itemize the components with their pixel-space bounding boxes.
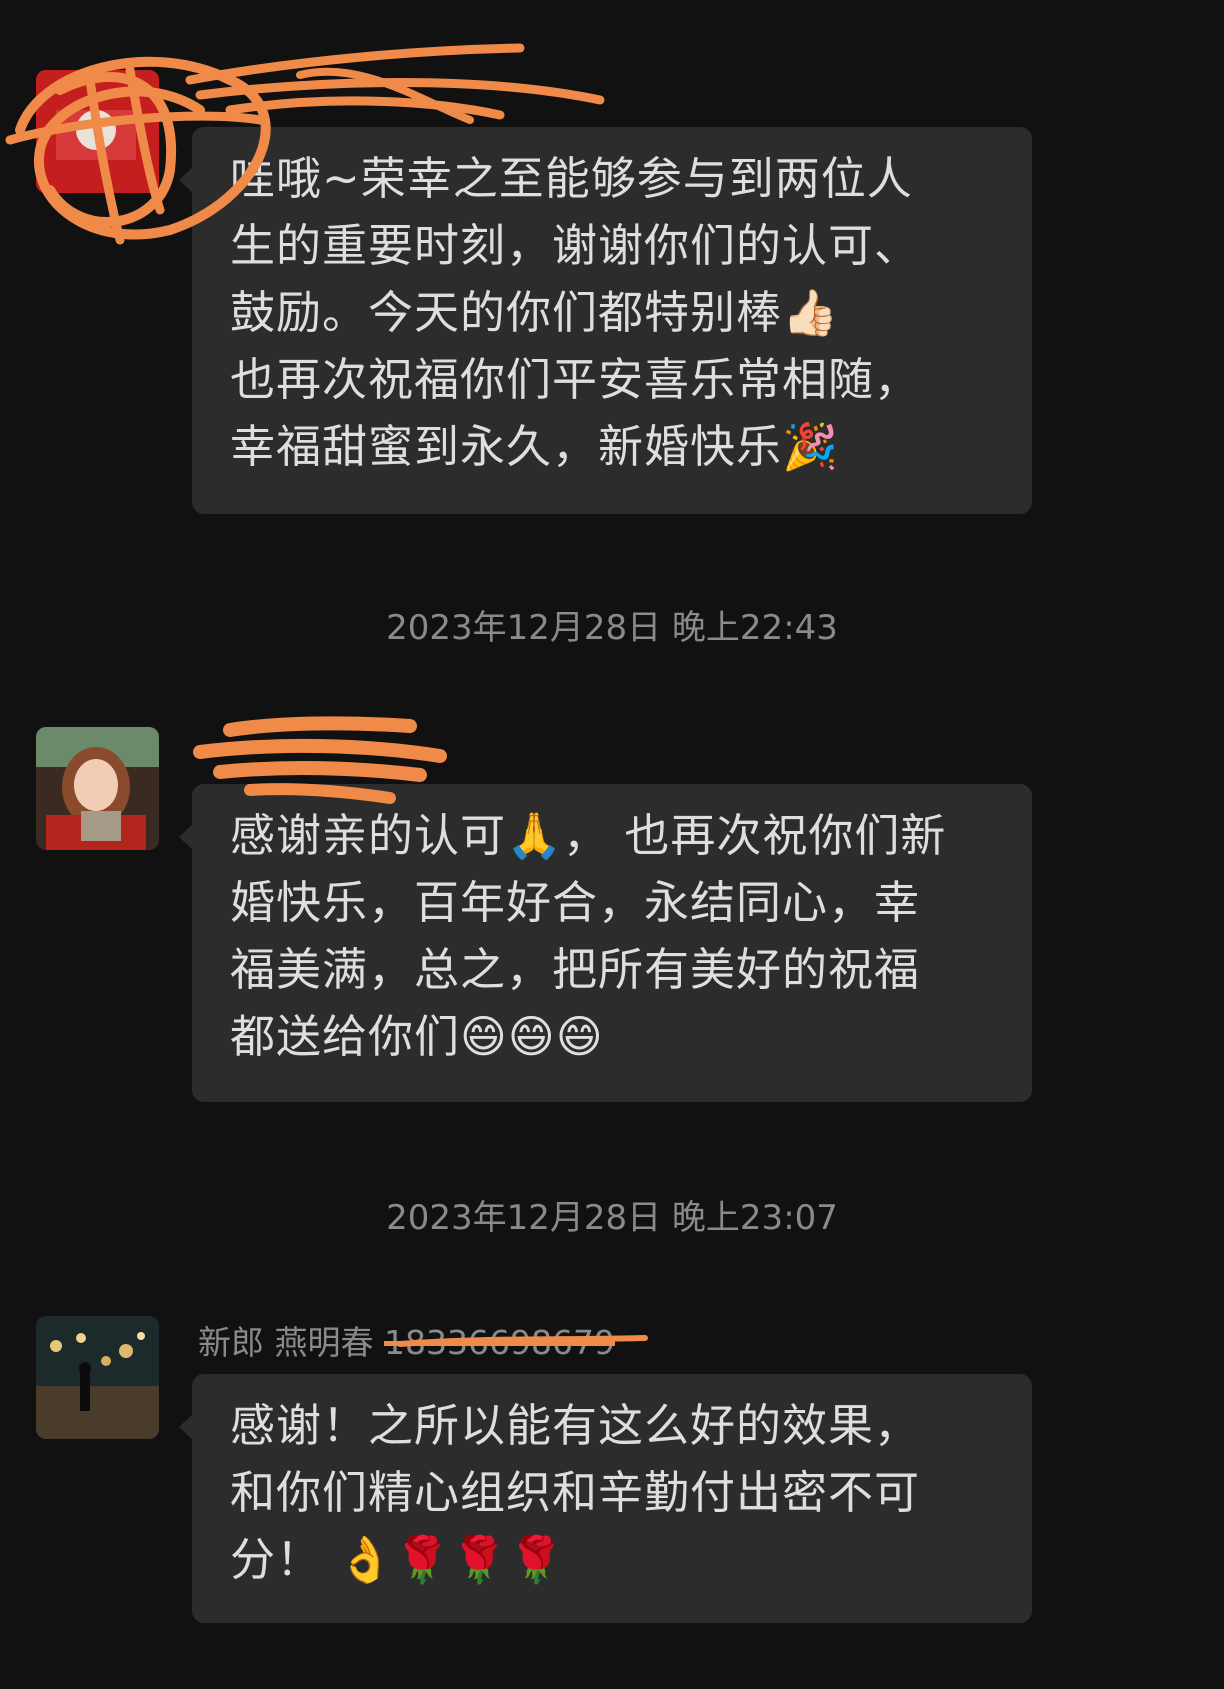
- message-bubble-3[interactable]: 感谢！之所以能有这么好的效果， 和你们精心组织和辛勤付出密不可 分！ 👌🌹🌹🌹: [179, 1374, 1032, 1623]
- message-line: 鼓励。今天的你们都特别棒👍🏻: [230, 286, 840, 339]
- timestamp: 2023年12月28日 晚上22:43: [386, 608, 838, 648]
- message-line: 和你们精心组织和辛勤付出密不可: [230, 1466, 921, 1519]
- message-line: 幸福甜蜜到永久，新婚快乐🎉: [230, 420, 840, 473]
- sender-phone: 18336698679: [384, 1323, 615, 1362]
- avatar-sender-3[interactable]: [36, 1316, 159, 1439]
- avatar-sender-2[interactable]: [36, 727, 159, 850]
- message-bubble-2[interactable]: 感谢亲的认可🙏， 也再次祝你们新 婚快乐，百年好合，永结同心，幸 福美满，总之，…: [179, 784, 1032, 1102]
- avatar-image: [36, 1316, 159, 1439]
- message-line: 分！ 👌🌹🌹🌹: [230, 1533, 566, 1586]
- message-line: 婚快乐，百年好合，永结同心，幸: [230, 876, 921, 929]
- avatar-image: [36, 727, 159, 850]
- sender-name-1: [198, 78, 209, 118]
- message-bubble-1[interactable]: 哇哦~荣幸之至能够参与到两位人 生的重要时刻，谢谢你们的认可、 鼓励。今天的你们…: [179, 127, 1032, 514]
- sender-name: 新郎 燕明春: [198, 1323, 374, 1362]
- avatar-image: [36, 70, 159, 193]
- message-line: 感谢亲的认可🙏， 也再次祝你们新: [230, 809, 947, 862]
- message-line: 都送给你们😄😄😄: [230, 1010, 604, 1063]
- avatar-sender-1[interactable]: [36, 70, 159, 193]
- sender-name-3: 新郎 燕明春 18336698679: [198, 1323, 615, 1363]
- timestamp: 2023年12月28日 晚上23:07: [386, 1198, 838, 1238]
- message-line: 生的重要时刻，谢谢你们的认可、: [230, 219, 921, 272]
- sender-name-2: [198, 735, 209, 775]
- message-line: 哇哦~荣幸之至能够参与到两位人: [230, 152, 913, 205]
- message-line: 也再次祝福你们平安喜乐常相随，: [230, 353, 921, 406]
- message-line: 感谢！之所以能有这么好的效果，: [230, 1399, 921, 1452]
- message-line: 福美满，总之，把所有美好的祝福: [230, 943, 921, 996]
